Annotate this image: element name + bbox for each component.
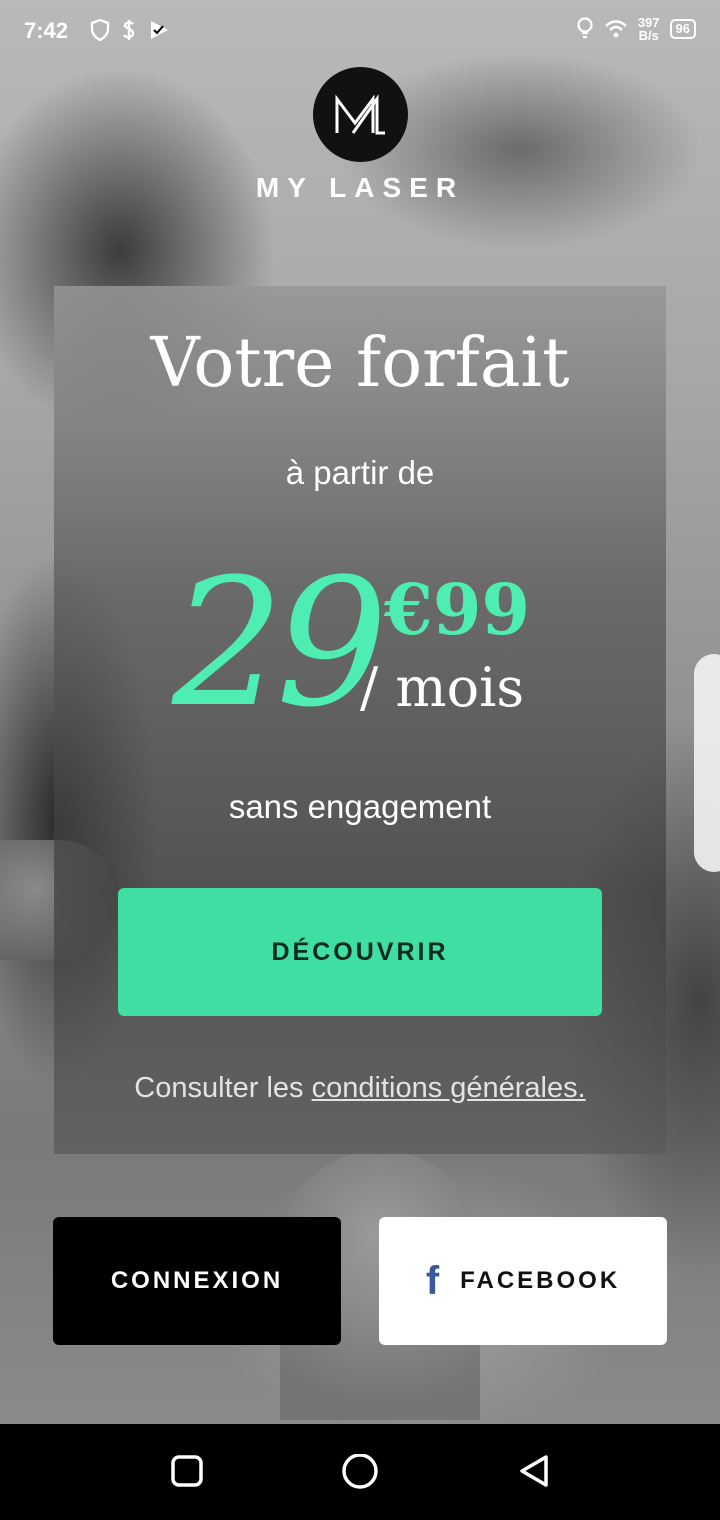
- facebook-button[interactable]: f FACEBOOK: [379, 1217, 667, 1345]
- back-icon[interactable]: [516, 1454, 552, 1490]
- network-speed: 397 B/s: [638, 16, 660, 42]
- offer-card: Votre forfait à partir de 29 €99 / mois …: [54, 286, 666, 1154]
- bulb-icon: [577, 17, 593, 39]
- play-check-icon: [151, 21, 168, 39]
- side-panel-handle[interactable]: [694, 654, 720, 872]
- facebook-icon: f: [425, 1258, 443, 1303]
- terms-text: Consulter les conditions générales.: [54, 1072, 666, 1105]
- status-bar: 7:42 397 B/s 96: [0, 0, 720, 64]
- recent-apps-icon[interactable]: [170, 1454, 204, 1488]
- terms-prefix: Consulter les: [134, 1072, 312, 1104]
- commitment-text: sans engagement: [228, 788, 492, 825]
- brand-name: MY LASER: [255, 172, 465, 203]
- discover-button[interactable]: DÉCOUVRIR: [118, 888, 602, 1016]
- status-right-icons: 397 B/s 96: [576, 16, 696, 42]
- facebook-label: FACEBOOK: [460, 1267, 621, 1294]
- terms-link[interactable]: conditions générales.: [312, 1072, 586, 1104]
- shield-icon: [90, 19, 110, 41]
- price-main: 29: [172, 541, 388, 746]
- network-speed-unit: B/s: [638, 28, 659, 43]
- dollar-icon: [123, 20, 135, 40]
- price-period: / mois: [360, 656, 525, 719]
- battery-indicator: 96: [669, 19, 696, 39]
- navigation-bar: [0, 1424, 720, 1520]
- status-left-icons: [90, 19, 170, 41]
- offer-subtitle: à partir de: [285, 454, 435, 491]
- login-button[interactable]: CONNEXION: [53, 1217, 341, 1345]
- price-cents: €99: [384, 568, 531, 651]
- ml-monogram-icon: [335, 93, 385, 134]
- brand-logo: [313, 67, 408, 162]
- offer-title: Votre forfait: [150, 324, 570, 403]
- status-time: 7:42: [24, 18, 69, 43]
- wifi-icon: [604, 20, 627, 38]
- home-icon[interactable]: [341, 1454, 379, 1492]
